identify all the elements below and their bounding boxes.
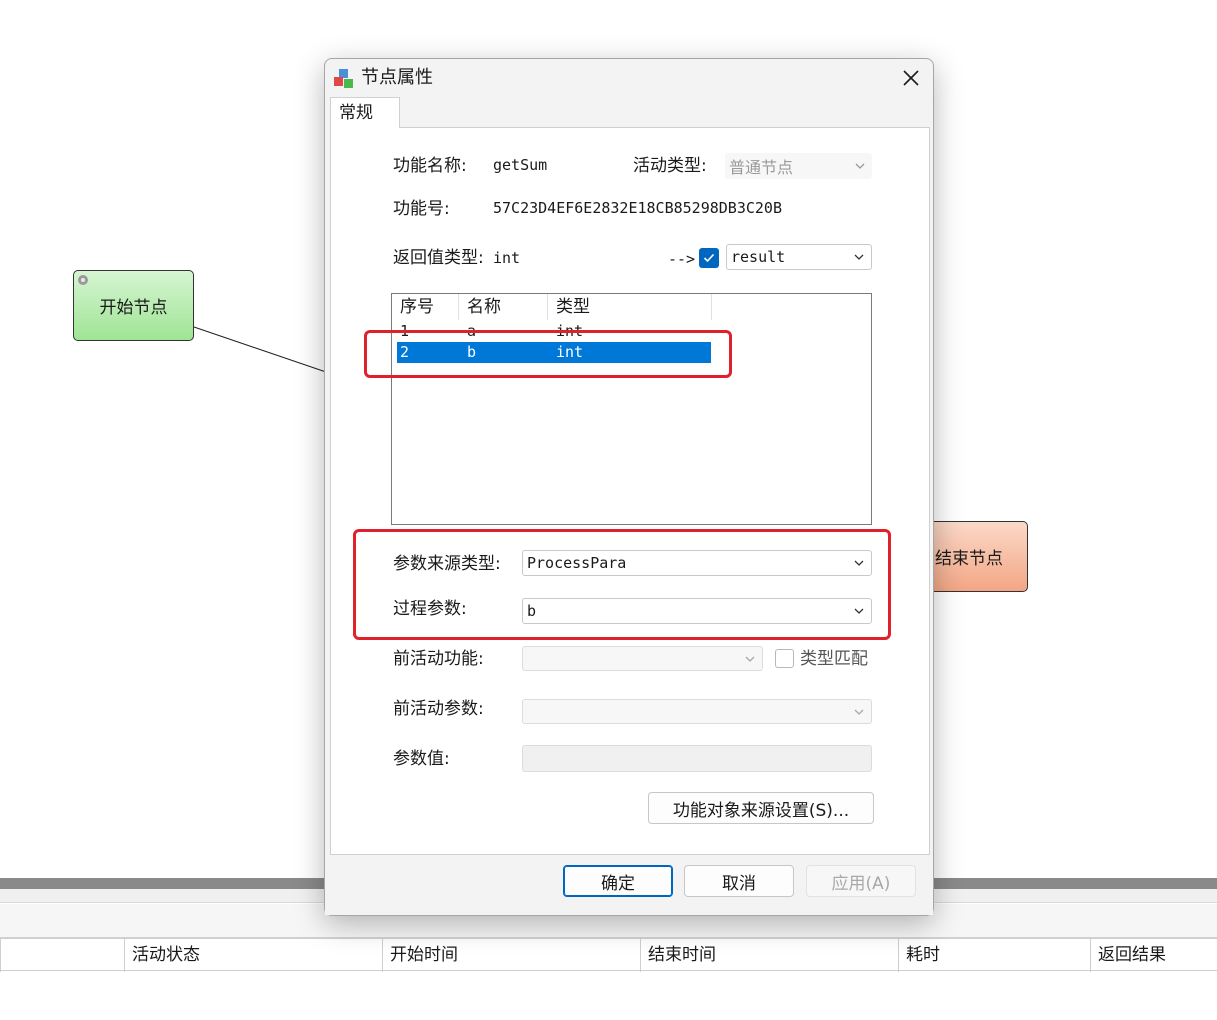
grid-column-duration[interactable]: 耗时 — [898, 939, 1090, 972]
function-id-field[interactable]: 57C23D4EF6E2832E18CB85298DB3C20B — [489, 197, 873, 221]
type-match-checkbox[interactable] — [775, 649, 794, 668]
function-id-label: 功能号: — [393, 199, 450, 219]
param-value-field — [522, 745, 872, 772]
start-node-label: 开始节点 — [99, 298, 168, 318]
highlight-box-selected-row — [364, 330, 732, 378]
prev-activity-param-combo — [522, 699, 872, 724]
activity-type-label: 活动类型: — [633, 156, 707, 176]
tab-general[interactable]: 常规 — [330, 97, 400, 128]
activity-type-value: 普通节点 — [729, 158, 794, 177]
column-header-name[interactable]: 名称 — [459, 294, 548, 320]
column-header-type[interactable]: 类型 — [548, 294, 712, 320]
result-grid-header: 活动状态 开始时间 结束时间 耗时 返回结果 — [0, 938, 1217, 972]
grid-column-start-time[interactable]: 开始时间 — [382, 939, 640, 972]
function-name-label: 功能名称: — [393, 156, 467, 176]
prev-activity-param-label: 前活动参数: — [393, 699, 484, 719]
function-name-field[interactable]: getSum — [489, 154, 627, 178]
app-icon — [334, 69, 353, 88]
column-header-index[interactable]: 序号 — [392, 294, 459, 320]
grid-column-activity-status[interactable]: 活动状态 — [124, 939, 382, 972]
return-target-combo[interactable]: result — [726, 244, 872, 270]
grid-column-blank[interactable] — [0, 939, 124, 972]
chevron-down-icon — [854, 709, 864, 715]
param-value-label: 参数值: — [393, 749, 450, 769]
close-button[interactable] — [891, 61, 931, 95]
chevron-down-icon — [855, 163, 865, 169]
prev-activity-function-label: 前活动功能: — [393, 649, 484, 669]
param-list-header: 序号 名称 类型 — [392, 294, 712, 320]
chevron-down-icon — [745, 656, 755, 662]
chevron-down-icon — [854, 254, 864, 260]
grid-column-return-result[interactable]: 返回结果 — [1090, 939, 1217, 972]
param-list[interactable]: 序号 名称 类型 1 a int 2 b int — [391, 293, 872, 525]
source-settings-button[interactable]: 功能对象来源设置(S)... — [648, 792, 874, 824]
return-type-field[interactable]: int — [489, 247, 657, 271]
ok-button[interactable]: 确定 — [563, 865, 673, 897]
type-match-label: 类型匹配 — [800, 649, 868, 669]
checkmark-icon — [703, 253, 715, 263]
highlight-box-param-source — [353, 529, 891, 640]
close-icon — [903, 70, 919, 86]
arrow-text: --> — [668, 250, 696, 268]
dialog-title: 节点属性 — [361, 67, 433, 88]
return-assign-checkbox[interactable] — [699, 248, 719, 268]
gear-icon — [78, 275, 88, 285]
apply-button: 应用(A) — [806, 865, 916, 897]
cancel-button[interactable]: 取消 — [684, 865, 794, 897]
return-type-label: 返回值类型: — [393, 248, 484, 268]
prev-activity-function-combo — [522, 646, 763, 671]
end-node-label: 结束节点 — [935, 549, 1003, 569]
start-node[interactable]: 开始节点 — [73, 270, 194, 341]
grid-column-end-time[interactable]: 结束时间 — [640, 939, 898, 972]
return-target-value: result — [731, 248, 786, 266]
activity-type-combo: 普通节点 — [725, 153, 872, 179]
